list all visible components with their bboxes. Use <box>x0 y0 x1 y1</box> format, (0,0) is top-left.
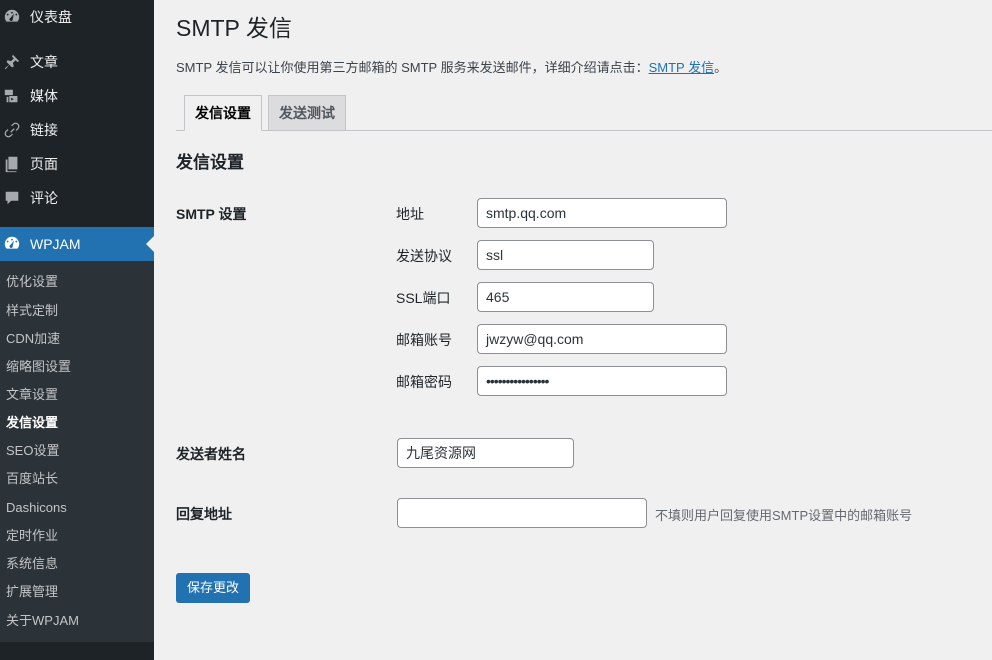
page-description: SMTP 发信可以让你使用第三方邮箱的 SMTP 服务来发送邮件，详细介绍请点击… <box>176 60 728 75</box>
submenu-item[interactable]: 关于WPJAM <box>6 611 79 631</box>
host-label: 地址 <box>396 206 424 222</box>
port-label: SSL端口 <box>396 290 451 306</box>
dashboard-icon <box>3 235 21 253</box>
sender-name-input[interactable]: 九尾资源网 <box>397 438 574 468</box>
menu-item-media[interactable]: 媒体 <box>0 79 154 113</box>
menu-item-wpjam[interactable]: WPJAM <box>0 227 154 261</box>
submenu-item[interactable]: 扩展管理 <box>6 582 58 602</box>
save-button[interactable]: 保存更改 <box>176 573 250 603</box>
tab-send-test[interactable]: 发送测试 <box>268 95 346 131</box>
submenu-item[interactable]: 文章设置 <box>6 385 58 405</box>
menu-label: 页面 <box>30 156 58 172</box>
tab-send-settings[interactable]: 发信设置 <box>184 95 262 131</box>
menu-label: 媒体 <box>30 88 58 104</box>
menu-item-posts[interactable]: 文章 <box>0 45 154 79</box>
admin-sidebar: 仪表盘 文章 媒体 链接 页面 评论 WPJAM 优化设置 样式定制 CDN加速… <box>0 0 154 660</box>
section-title: 发信设置 <box>176 153 244 172</box>
sender-name-label: 发送者姓名 <box>176 446 246 462</box>
smtp-doc-link[interactable]: SMTP 发信 <box>649 60 715 75</box>
submenu-item[interactable]: 优化设置 <box>6 272 58 292</box>
smtp-settings-label: SMTP 设置 <box>176 206 247 222</box>
media-icon <box>3 87 21 105</box>
submenu-item[interactable]: 样式定制 <box>6 301 58 321</box>
pin-icon <box>3 53 21 71</box>
page-icon <box>3 155 21 173</box>
menu-label: 仪表盘 <box>30 9 72 25</box>
submenu-item[interactable]: 缩略图设置 <box>6 357 71 377</box>
reply-address-hint: 不填则用户回复使用SMTP设置中的邮箱账号 <box>655 508 913 523</box>
menu-label: 评论 <box>30 190 58 206</box>
reply-address-input[interactable] <box>397 498 647 528</box>
menu-label: 链接 <box>30 122 58 138</box>
wpjam-submenu: 优化设置 样式定制 CDN加速 缩略图设置 文章设置 发信设置 SEO设置 百度… <box>0 261 154 642</box>
password-input[interactable]: •••••••••••••••• <box>477 366 727 396</box>
account-label: 邮箱账号 <box>396 332 452 348</box>
page-title: SMTP 发信 <box>176 15 292 41</box>
account-input[interactable]: jwzyw@qq.com <box>477 324 727 354</box>
protocol-input[interactable]: ssl <box>477 240 654 270</box>
menu-item-comments[interactable]: 评论 <box>0 181 154 215</box>
protocol-label: 发送协议 <box>396 248 452 264</box>
menu-item-links[interactable]: 链接 <box>0 113 154 147</box>
comment-icon <box>3 189 21 207</box>
submenu-item[interactable]: Dashicons <box>6 498 67 518</box>
submenu-item[interactable]: 定时作业 <box>6 526 58 546</box>
menu-item-dashboard[interactable]: 仪表盘 <box>0 0 154 34</box>
menu-label: WPJAM <box>30 236 81 252</box>
dashboard-icon <box>3 8 21 26</box>
submenu-item[interactable]: 百度站长 <box>6 469 58 489</box>
host-input[interactable]: smtp.qq.com <box>477 198 727 228</box>
password-label: 邮箱密码 <box>396 374 452 390</box>
submenu-item-active[interactable]: 发信设置 <box>6 413 58 433</box>
submenu-item[interactable]: CDN加速 <box>6 329 60 349</box>
menu-item-pages[interactable]: 页面 <box>0 147 154 181</box>
submenu-item[interactable]: 系统信息 <box>6 554 58 574</box>
submenu-item[interactable]: SEO设置 <box>6 441 59 461</box>
port-input[interactable]: 465 <box>477 282 654 312</box>
link-icon <box>3 121 21 139</box>
main-content: SMTP 发信 SMTP 发信可以让你使用第三方邮箱的 SMTP 服务来发送邮件… <box>154 0 992 660</box>
menu-label: 文章 <box>30 54 58 70</box>
reply-address-label: 回复地址 <box>176 506 232 522</box>
